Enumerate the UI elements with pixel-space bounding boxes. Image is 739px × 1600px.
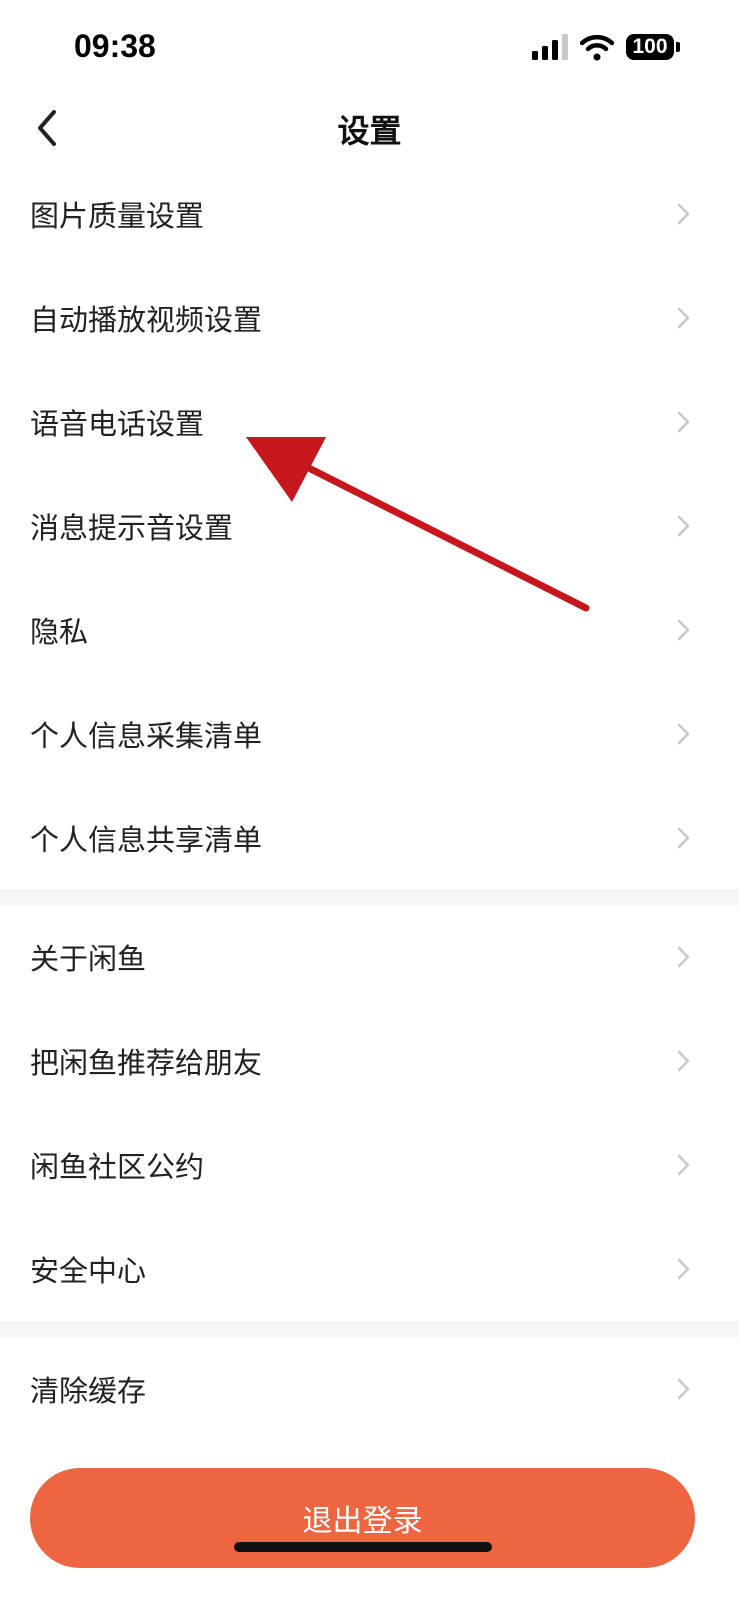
settings-item-clear-cache[interactable]: 清除缓存: [0, 1337, 739, 1441]
settings-item-label: 安全中心: [30, 1254, 147, 1288]
settings-item-autoplay-video[interactable]: 自动播放视频设置: [0, 266, 739, 370]
chevron-right-icon: [677, 411, 690, 433]
settings-item-label: 语音电话设置: [30, 407, 205, 441]
chevron-right-icon: [677, 1154, 690, 1176]
page-title: 设置: [337, 112, 402, 150]
settings-section-cache: 清除缓存: [0, 1337, 739, 1441]
settings-item-info-sharing-list[interactable]: 个人信息共享清单: [0, 786, 739, 890]
chevron-right-icon: [677, 515, 690, 537]
chevron-right-icon: [677, 827, 690, 849]
settings-item-label: 把闲鱼推荐给朋友: [30, 1046, 263, 1080]
settings-item-label: 隐私: [30, 615, 89, 649]
section-divider: [0, 1321, 739, 1337]
settings-item-image-quality[interactable]: 图片质量设置: [0, 162, 739, 266]
settings-item-label: 图片质量设置: [30, 199, 205, 233]
chevron-right-icon: [677, 946, 690, 968]
settings-item-label: 关于闲鱼: [30, 942, 147, 976]
chevron-right-icon: [677, 1258, 690, 1280]
battery-icon: 100: [626, 34, 674, 60]
settings-item-message-sound[interactable]: 消息提示音设置: [0, 474, 739, 578]
section-divider: [0, 889, 739, 905]
chevron-right-icon: [677, 203, 690, 225]
chevron-right-icon: [677, 619, 690, 641]
chevron-right-icon: [677, 723, 690, 745]
settings-item-label: 个人信息共享清单: [30, 823, 263, 857]
settings-item-community-rules[interactable]: 闲鱼社区公约: [0, 1113, 739, 1217]
settings-section-about: 关于闲鱼 把闲鱼推荐给朋友 闲鱼社区公约 安全中心: [0, 905, 739, 1321]
battery-cap: [676, 42, 680, 52]
settings-item-label: 自动播放视频设置: [30, 303, 263, 337]
chevron-right-icon: [677, 307, 690, 329]
logout-button[interactable]: 退出登录: [30, 1468, 695, 1568]
settings-item-recommend[interactable]: 把闲鱼推荐给朋友: [0, 1009, 739, 1113]
settings-item-label: 清除缓存: [30, 1374, 147, 1408]
settings-item-label: 个人信息采集清单: [30, 719, 263, 753]
home-indicator: [234, 1542, 492, 1552]
settings-item-security-center[interactable]: 安全中心: [0, 1217, 739, 1321]
settings-item-label: 消息提示音设置: [30, 511, 234, 545]
settings-item-privacy[interactable]: 隐私: [0, 578, 739, 682]
settings-item-info-collection-list[interactable]: 个人信息采集清单: [0, 682, 739, 786]
settings-section-general: 图片质量设置 自动播放视频设置 语音电话设置 消息提示音设置 隐私 个人信息采集…: [0, 162, 739, 890]
settings-item-about[interactable]: 关于闲鱼: [0, 905, 739, 1009]
cellular-signal-icon: [532, 34, 568, 60]
nav-bar: 设置: [0, 96, 739, 160]
status-bar: 09:38 100: [0, 0, 739, 96]
settings-item-label: 闲鱼社区公约: [30, 1150, 205, 1184]
settings-item-voice-call[interactable]: 语音电话设置: [0, 370, 739, 474]
chevron-right-icon: [677, 1378, 690, 1400]
status-time: 09:38: [74, 28, 156, 64]
chevron-right-icon: [677, 1050, 690, 1072]
wifi-icon: [580, 34, 614, 61]
